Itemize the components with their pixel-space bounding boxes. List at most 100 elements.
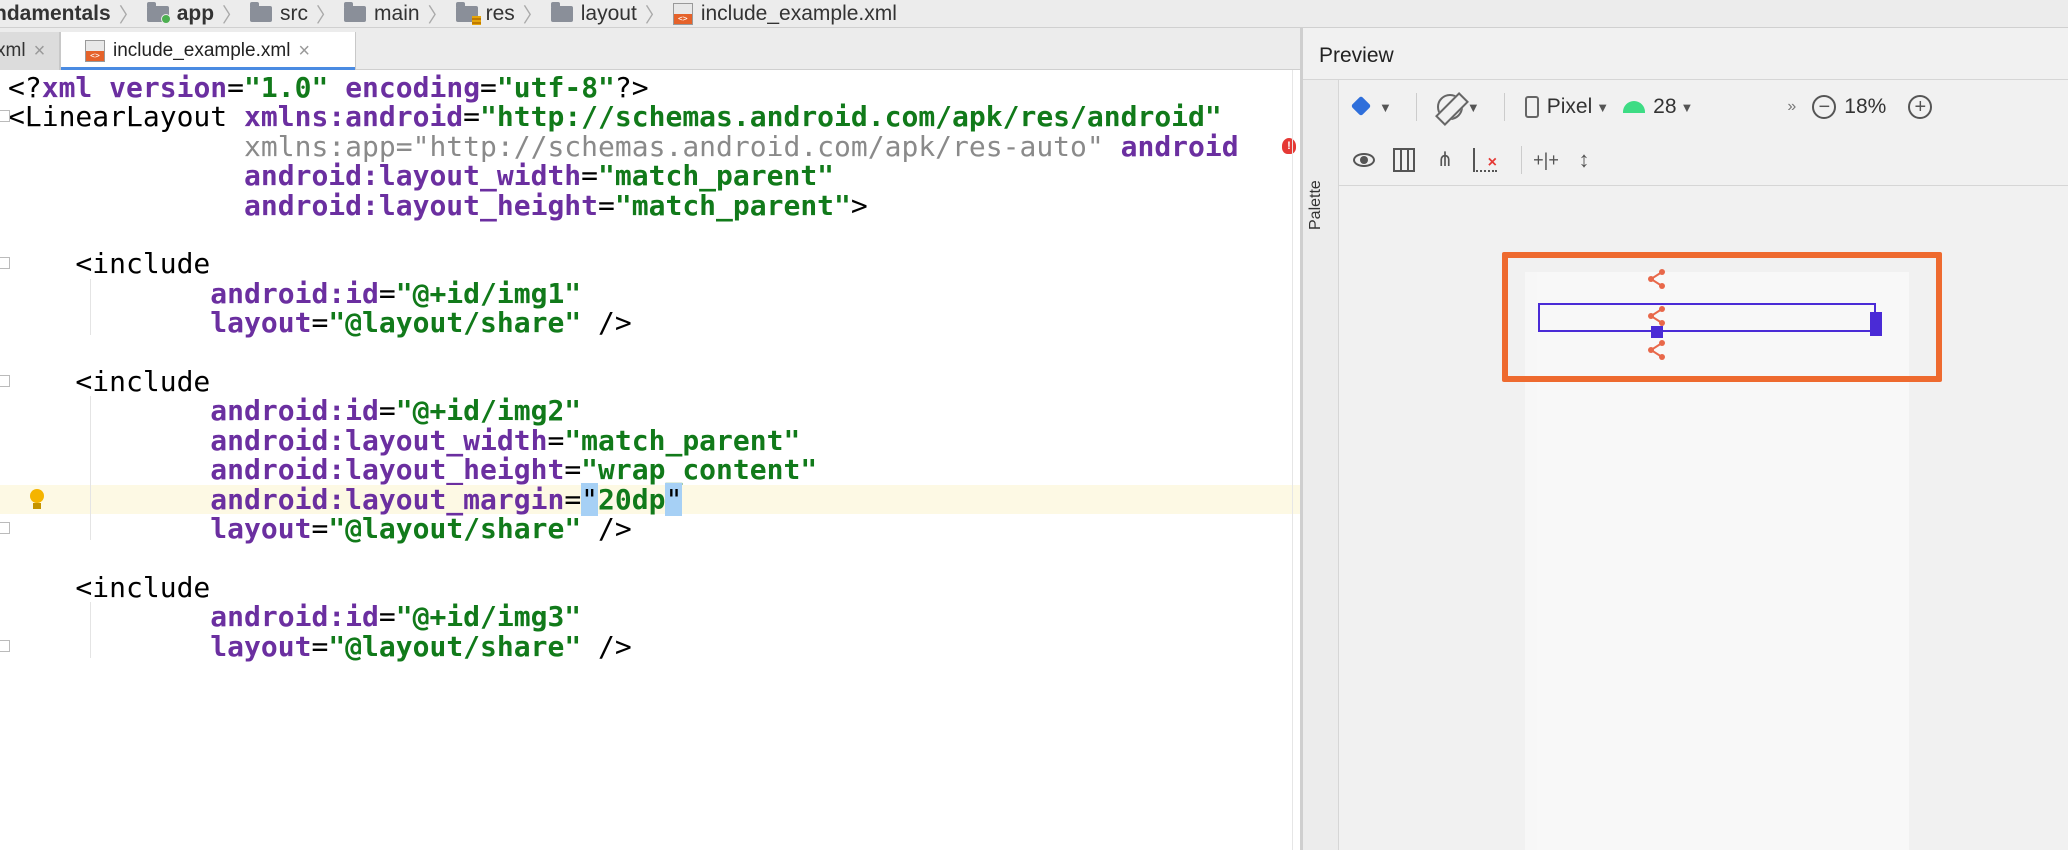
- code-token: android:layout_width: [210, 423, 548, 457]
- code-line[interactable]: <?xml version="1.0" encoding="utf-8"?>: [0, 73, 1300, 102]
- code-token: "@layout/share": [328, 306, 582, 340]
- design-canvas[interactable]: [1339, 186, 2068, 850]
- eye-icon[interactable]: [1353, 152, 1375, 167]
- code-token: =: [547, 423, 565, 457]
- code-line[interactable]: layout="@layout/share" />: [0, 514, 1300, 543]
- palette-side-tab[interactable]: Palette: [1303, 80, 1339, 850]
- code-line[interactable]: <include: [0, 367, 1300, 396]
- folder-icon: [344, 1, 367, 22]
- code-area[interactable]: <?xml version="1.0" encoding="utf-8"?> <L…: [0, 70, 1300, 850]
- code-line[interactable]: android:layout_height="match_parent">: [0, 188, 1300, 222]
- indent-guide: [90, 602, 91, 659]
- breadcrumb-label: include_example.xml: [700, 1, 897, 25]
- orientation-button[interactable]: ▼: [1427, 94, 1480, 120]
- code-line[interactable]: <include: [0, 573, 1300, 602]
- code-token: =: [395, 129, 413, 163]
- autoconnect-icon[interactable]: ⋔: [1433, 148, 1457, 172]
- api-level-label: 28: [1653, 95, 1677, 118]
- pack-horizontal-icon[interactable]: +|+: [1532, 148, 1560, 172]
- code-token: android:id: [210, 276, 379, 310]
- code-token: android: [1120, 129, 1239, 163]
- code-line[interactable]: xmlns:app="http://schemas.android.com/ap…: [0, 132, 1300, 161]
- breadcrumb-item-project[interactable]: ndamentals: [0, 2, 117, 26]
- code-editor[interactable]: <?xml version="1.0" encoding="utf-8"?> <L…: [0, 70, 1300, 850]
- code-line[interactable]: [0, 338, 1300, 367]
- module-folder-icon: [146, 1, 171, 24]
- breadcrumb-label: app: [176, 1, 215, 25]
- toolbar-divider: [1503, 93, 1505, 121]
- code-token: =: [598, 188, 615, 222]
- zoom-in-icon[interactable]: +: [1908, 95, 1933, 119]
- design-surface-button[interactable]: ▼: [1339, 94, 1392, 120]
- code-token: android:id: [210, 394, 379, 428]
- fold-marker-icon[interactable]: [0, 110, 10, 123]
- palette-label[interactable]: Palette: [1307, 180, 1325, 230]
- api-level-selector[interactable]: 28 ▼: [1623, 95, 1693, 119]
- code-line[interactable]: <include: [0, 249, 1300, 278]
- fold-marker-icon[interactable]: [0, 639, 10, 652]
- code-token: />: [581, 306, 632, 340]
- fold-marker-icon[interactable]: [0, 375, 10, 387]
- toolbar-divider: [1415, 93, 1417, 121]
- code-line[interactable]: android:id="@+id/img2": [0, 396, 1300, 425]
- xml-file-icon: [85, 40, 105, 62]
- code-line[interactable]: android:layout_margin="20dp": [0, 482, 1300, 516]
- code-line[interactable]: [0, 220, 1300, 249]
- annotation-highlight-box: [1502, 252, 1942, 382]
- close-icon[interactable]: ×: [298, 40, 310, 63]
- code-line[interactable]: android:id="@+id/img3": [0, 602, 1300, 631]
- code-token: =: [581, 159, 599, 193]
- code-line[interactable]: <LinearLayout xmlns:android="http://sche…: [0, 102, 1300, 131]
- code-token: "match_parent": [598, 159, 835, 193]
- lightbulb-icon[interactable]: [28, 488, 46, 511]
- code-line[interactable]: [0, 543, 1300, 572]
- pack-vertical-icon[interactable]: ↕: [1574, 147, 1594, 173]
- breadcrumb-separator: 〉: [522, 5, 543, 27]
- breadcrumb-item-src[interactable]: src: [244, 1, 314, 26]
- clear-constraints-icon[interactable]: [1473, 147, 1497, 172]
- code-token: android:layout_height: [210, 453, 565, 487]
- code-token: "@layout/share": [328, 512, 582, 545]
- code-token: xml: [41, 71, 110, 104]
- breadcrumb-item-file[interactable]: include_example.xml: [667, 2, 903, 26]
- code-line[interactable]: android:id="@+id/img1": [0, 279, 1300, 308]
- folder-icon: [250, 1, 273, 22]
- fold-marker-icon[interactable]: [0, 257, 10, 270]
- zoom-out-icon[interactable]: −: [1812, 95, 1837, 119]
- chevron-down-icon: ▼: [1379, 99, 1392, 115]
- folder-icon: [550, 1, 573, 22]
- code-line[interactable]: android:layout_width="match_parent": [0, 426, 1300, 455]
- tab-include-example[interactable]: include_example.xml ×: [60, 32, 356, 70]
- error-indicator-icon[interactable]: !: [1282, 138, 1296, 154]
- code-token: =: [378, 276, 396, 310]
- breadcrumb-item-layout[interactable]: layout: [545, 1, 643, 26]
- breadcrumb-item-main[interactable]: main: [338, 1, 426, 26]
- breadcrumb-item-res[interactable]: res: [450, 1, 521, 26]
- code-token: "@layout/share": [328, 629, 582, 663]
- code-token: "@+id/img2": [395, 394, 582, 428]
- breadcrumb-label: ndamentals: [0, 1, 111, 25]
- columns-icon[interactable]: [1393, 147, 1415, 172]
- more-options-icon[interactable]: »: [1787, 98, 1796, 116]
- breadcrumb-separator: 〉: [118, 5, 139, 27]
- phone-icon: [1524, 96, 1539, 118]
- code-line[interactable]: layout="@layout/share" />: [0, 629, 1300, 663]
- breadcrumb-item-app[interactable]: app: [141, 1, 220, 26]
- code-line[interactable]: android:layout_height="wrap_content": [0, 455, 1300, 484]
- code-token: 20dp: [598, 482, 666, 516]
- tab-other-xml[interactable]: xml ×: [0, 32, 60, 70]
- fold-marker-icon[interactable]: [0, 522, 10, 534]
- zoom-level: 18%: [1844, 95, 1887, 118]
- code-line[interactable]: layout="@layout/share" />: [0, 308, 1300, 337]
- code-line[interactable]: android:layout_width="match_parent": [0, 161, 1300, 190]
- close-icon[interactable]: ×: [34, 40, 46, 63]
- code-token: "http://schemas.android.com/apk/res/andr…: [480, 100, 1222, 134]
- code-token: android:layout_margin: [210, 482, 565, 516]
- device-selector[interactable]: Pixel ▼: [1515, 95, 1609, 119]
